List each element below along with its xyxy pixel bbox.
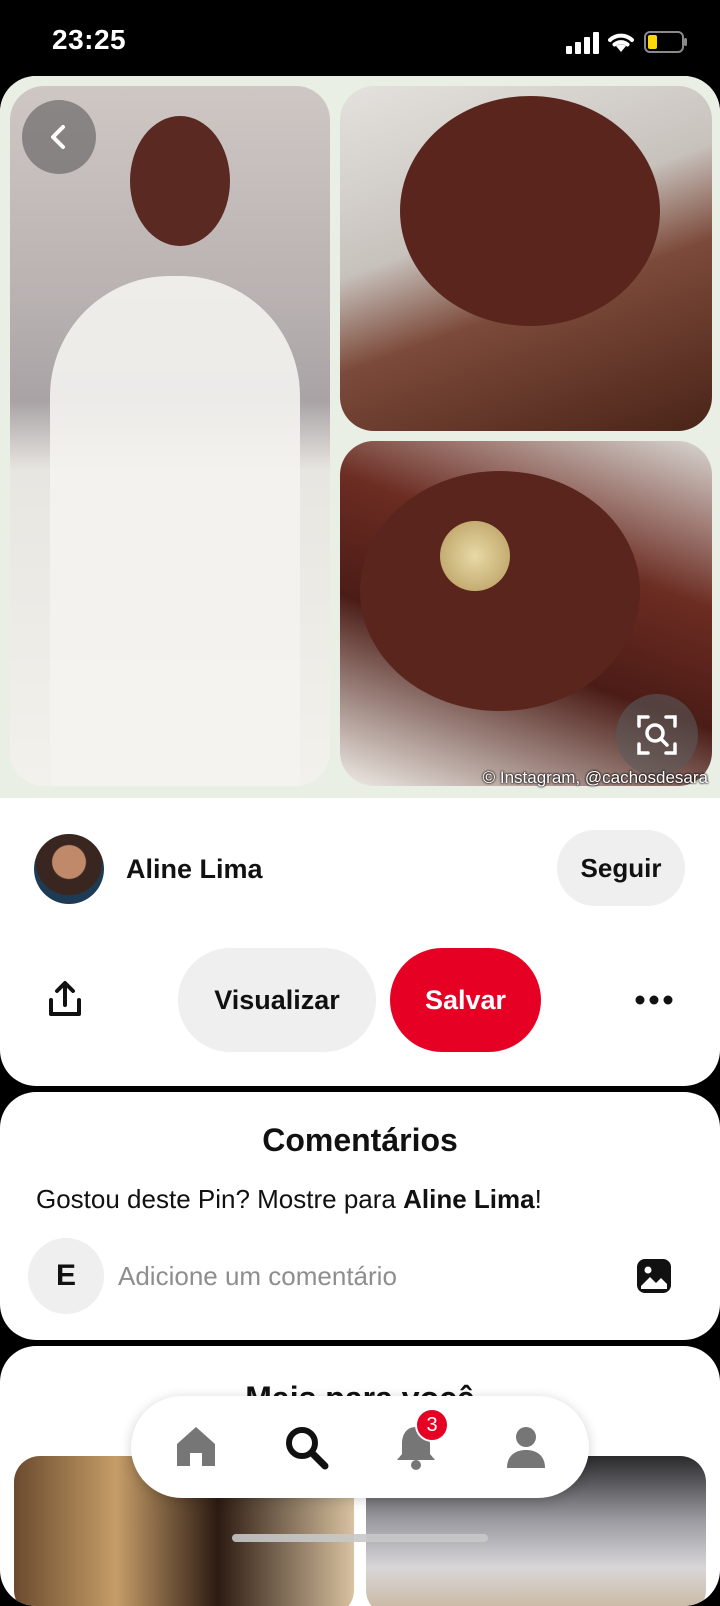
person-icon[interactable]: [501, 1422, 551, 1472]
comments-title: Comentários: [262, 1122, 458, 1158]
follow-button[interactable]: Seguir: [557, 830, 685, 906]
home-icon[interactable]: [171, 1422, 221, 1472]
home-indicator: [232, 1534, 488, 1542]
pin-image[interactable]: © Instagram, @cachosdesara: [0, 76, 720, 798]
current-user-avatar: E: [28, 1238, 104, 1314]
avatar[interactable]: [34, 834, 104, 904]
notification-badge: 3: [415, 1408, 449, 1442]
action-row: Visualizar Salvar: [0, 948, 720, 1052]
dress-shape: [50, 276, 300, 786]
search-icon[interactable]: [281, 1422, 331, 1472]
flower-accessory: [440, 521, 510, 591]
wifi-icon: [608, 33, 634, 52]
head-shape: [130, 116, 230, 246]
bottom-navigation: 3: [131, 1396, 589, 1498]
visit-button[interactable]: Visualizar: [178, 948, 376, 1052]
chevron-left-icon: [51, 125, 65, 149]
pin-photo-bride-full: [10, 86, 330, 786]
back-button[interactable]: [22, 100, 96, 174]
pin-card: © Instagram, @cachosdesara Aline Lima Se…: [0, 76, 720, 1086]
save-button[interactable]: Salvar: [390, 948, 541, 1052]
more-dots-icon[interactable]: [634, 988, 674, 1012]
image-icon[interactable]: [636, 1258, 672, 1294]
status-time: 23:25: [52, 24, 127, 55]
prompt-prefix: Gostou deste Pin? Mostre para: [36, 1184, 404, 1214]
battery-icon: [644, 31, 687, 53]
author-row: Aline Lima Seguir: [0, 830, 720, 906]
signal-icon: [566, 32, 599, 54]
hair-shape: [400, 96, 660, 326]
prompt-suffix: !: [534, 1184, 542, 1214]
comment-input[interactable]: [118, 1252, 598, 1300]
visual-search-button[interactable]: [616, 694, 698, 776]
image-credit: © Instagram, @cachosdesara: [482, 768, 708, 787]
prompt-author-name: Aline Lima: [403, 1184, 535, 1214]
share-icon[interactable]: [46, 980, 84, 1018]
comments-prompt: Gostou deste Pin? Mostre para Aline Lima…: [36, 1184, 542, 1215]
status-bar: 23:25: [0, 0, 720, 84]
lens-search-icon: [637, 715, 677, 755]
hair-shape: [360, 471, 640, 711]
author-name[interactable]: Aline Lima: [126, 854, 263, 885]
comments-section: Comentários Gostou deste Pin? Mostre par…: [0, 1092, 720, 1340]
pin-photo-hair-side: [340, 86, 712, 431]
